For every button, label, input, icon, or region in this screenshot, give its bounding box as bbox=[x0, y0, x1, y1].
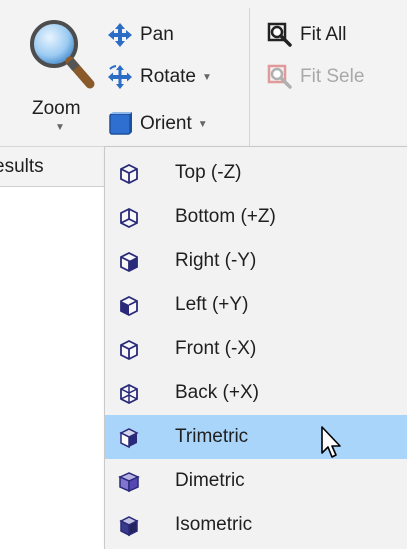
fit-all-button[interactable]: Fit All bbox=[266, 18, 346, 52]
fit-all-icon bbox=[266, 21, 294, 49]
rotate-icon bbox=[106, 63, 134, 91]
menu-item-label: Left (+Y) bbox=[175, 294, 249, 315]
menu-item-right[interactable]: Right (-Y) bbox=[105, 239, 407, 283]
results-tab-label: esults bbox=[0, 156, 44, 177]
menu-item-label: Bottom (+Z) bbox=[175, 206, 276, 227]
rotate-label: Rotate bbox=[140, 66, 196, 87]
cube-isometric-icon bbox=[119, 516, 139, 537]
cube-bottom-icon bbox=[120, 207, 138, 229]
cube-left-icon bbox=[120, 295, 138, 317]
menu-item-front[interactable]: Front (-X) bbox=[105, 327, 407, 371]
menu-item-label: Top (-Z) bbox=[175, 162, 242, 183]
menu-item-left[interactable]: Left (+Y) bbox=[105, 283, 407, 327]
ribbon-divider bbox=[249, 8, 250, 146]
menu-item-label: Front (-X) bbox=[175, 338, 257, 359]
mouse-pointer-icon bbox=[321, 426, 341, 458]
fit-selection-button[interactable]: Fit Sele bbox=[266, 60, 364, 94]
rotate-dropdown-arrow: ▼ bbox=[201, 71, 212, 83]
fit-all-label: Fit All bbox=[300, 24, 347, 45]
menu-item-isometric[interactable]: Isometric bbox=[105, 503, 407, 547]
orient-dropdown-arrow: ▼ bbox=[197, 118, 208, 130]
zoom-dropdown-arrow: ▼ bbox=[55, 122, 65, 133]
zoom-label: Zoom bbox=[32, 98, 81, 119]
cube-back-icon bbox=[120, 383, 138, 405]
menu-item-trimetric[interactable]: Trimetric bbox=[105, 415, 407, 459]
orient-dropdown-menu: Top (-Z) Bottom (+Z) Right (-Y) Left (+Y… bbox=[104, 146, 407, 549]
orient-label: Orient bbox=[140, 113, 192, 134]
fit-selection-label: Fit Sele bbox=[300, 66, 365, 87]
tab-divider bbox=[0, 186, 104, 187]
magnifier-icon bbox=[30, 20, 95, 89]
cube-trimetric-icon bbox=[119, 428, 139, 449]
rotate-button[interactable]: Rotate ▼ bbox=[106, 60, 212, 94]
cube-icon bbox=[106, 110, 134, 138]
menu-item-label: Dimetric bbox=[175, 470, 245, 491]
menu-item-top[interactable]: Top (-Z) bbox=[105, 151, 407, 195]
fit-selection-icon bbox=[266, 63, 294, 91]
cube-front-icon bbox=[120, 339, 138, 361]
cube-right-icon bbox=[120, 251, 138, 273]
menu-item-label: Isometric bbox=[175, 514, 253, 535]
pan-button[interactable]: Pan bbox=[106, 18, 174, 52]
zoom-button[interactable]: Zoom ▼ bbox=[20, 14, 104, 142]
menu-item-label: Right (-Y) bbox=[175, 250, 257, 271]
menu-item-back[interactable]: Back (+X) bbox=[105, 371, 407, 415]
menu-item-label: Trimetric bbox=[175, 426, 249, 447]
cube-dimetric-icon bbox=[118, 472, 140, 493]
orient-button[interactable]: Orient ▼ bbox=[106, 107, 208, 141]
move-arrows-icon bbox=[106, 21, 134, 49]
cube-top-icon bbox=[120, 163, 138, 185]
menu-item-bottom[interactable]: Bottom (+Z) bbox=[105, 195, 407, 239]
menu-item-dimetric[interactable]: Dimetric bbox=[105, 459, 407, 503]
menu-item-label: Back (+X) bbox=[175, 382, 259, 403]
results-tab[interactable]: esults bbox=[0, 146, 104, 186]
pan-label: Pan bbox=[140, 24, 174, 45]
